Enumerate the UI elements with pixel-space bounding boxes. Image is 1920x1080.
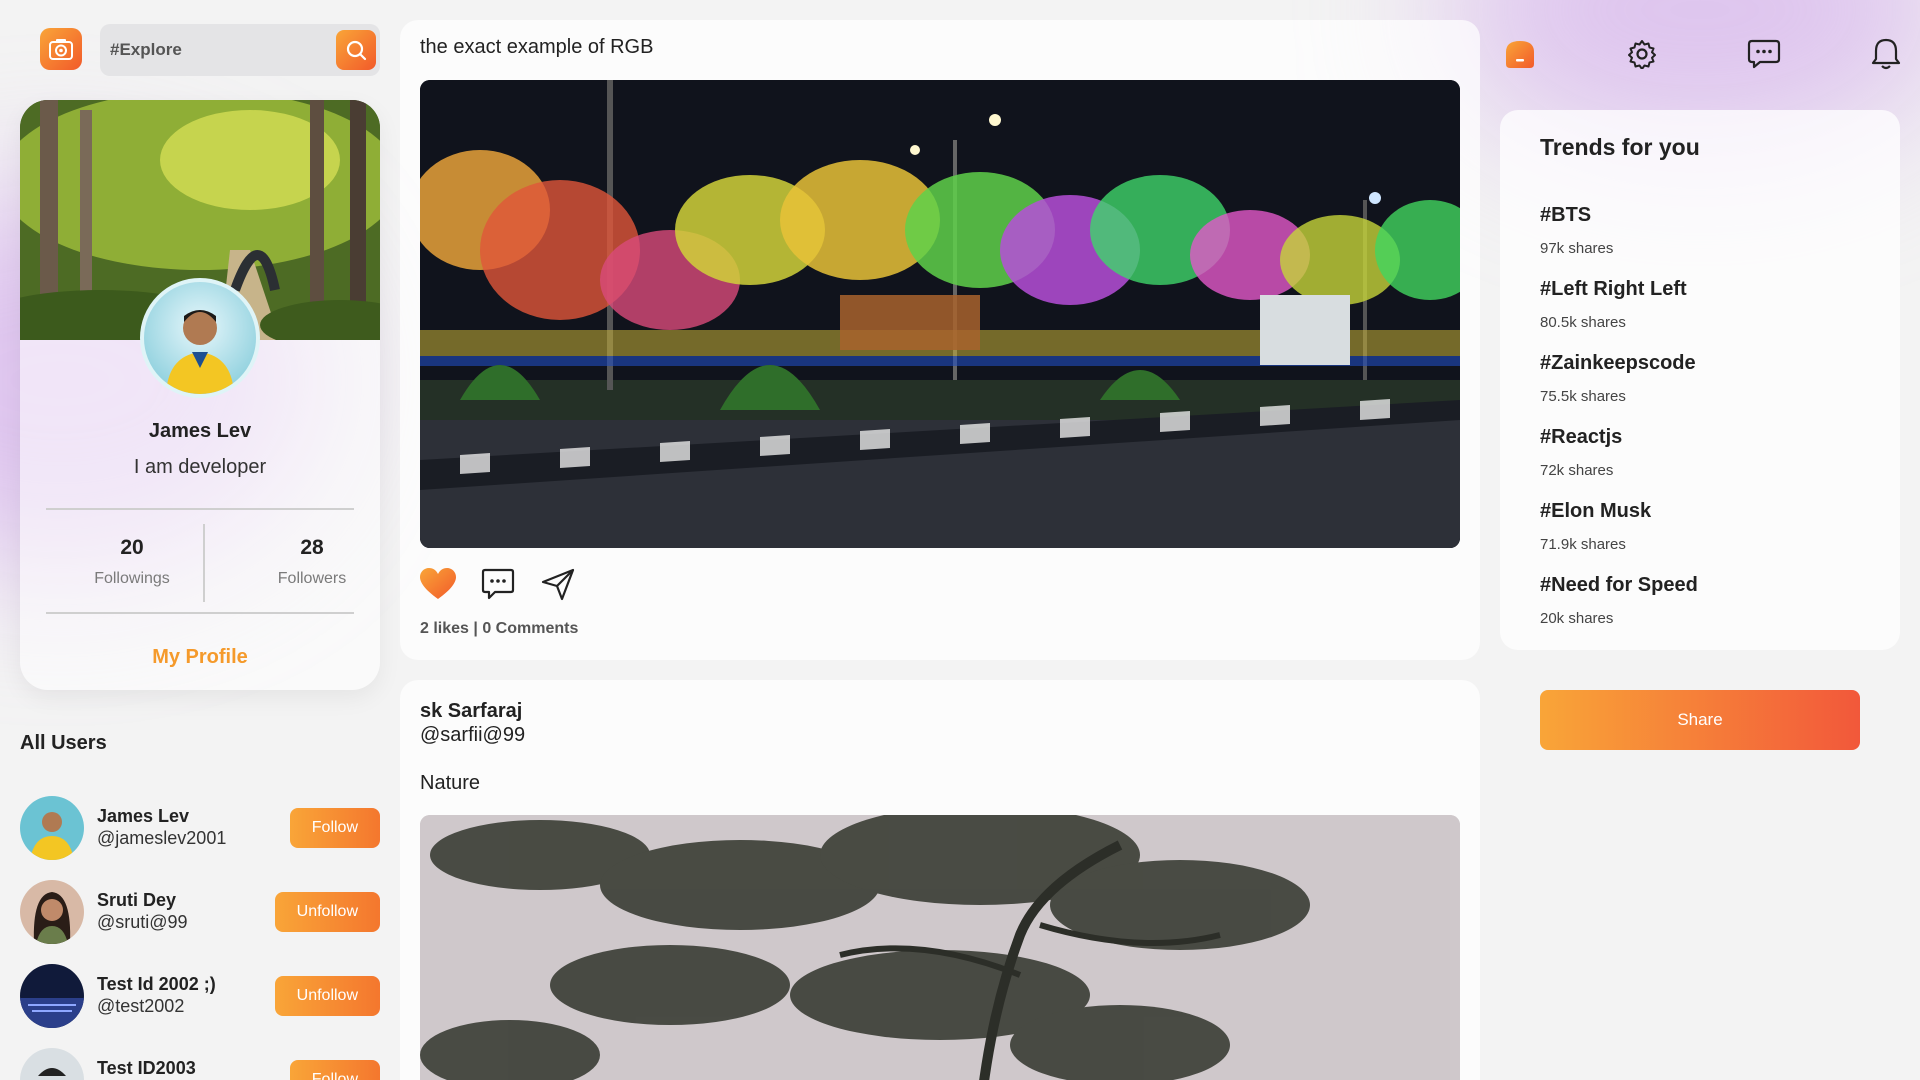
post-caption: Nature xyxy=(420,772,481,794)
trend-shares: 80.5k shares xyxy=(1540,314,1626,331)
trend-shares: 72k shares xyxy=(1540,462,1614,479)
search-icon xyxy=(346,40,367,61)
camera-icon xyxy=(49,39,73,60)
user-handle: @test2002 xyxy=(97,996,185,1016)
bell-icon xyxy=(1871,38,1901,70)
likes-count: 2 likes xyxy=(420,620,469,637)
share-post-button[interactable] xyxy=(540,566,576,602)
user-name: James Lev xyxy=(97,806,190,826)
trend-tag[interactable]: #Elon Musk xyxy=(1540,500,1651,523)
trend-tag[interactable]: #Left Right Left xyxy=(1540,278,1687,301)
profile-name: James Lev xyxy=(148,420,252,442)
trend-tag[interactable]: #Need for Speed xyxy=(1540,574,1698,597)
user-avatar[interactable] xyxy=(20,880,84,944)
profile-bio: I am developer xyxy=(133,456,267,478)
post-author-handle: @sarfii@99 xyxy=(420,724,526,746)
stats-separator: | xyxy=(473,620,478,637)
followers-label: Followers xyxy=(277,570,347,587)
right-sidebar: Trends for you #BTS 97k shares #Left Rig… xyxy=(1500,0,1901,1080)
divider xyxy=(203,524,205,602)
user-name: Sruti Dey xyxy=(97,890,177,910)
messages-button[interactable] xyxy=(1744,34,1784,74)
search-button[interactable] xyxy=(336,30,376,70)
post-image[interactable] xyxy=(420,815,1460,1080)
user-row: Test ID2003 Follow xyxy=(20,1048,380,1080)
post-card: the exact example of RGB 2 likes | 0 Com… xyxy=(400,20,1480,660)
followers-count: 28 xyxy=(300,536,324,559)
post-card: sk Sarfaraj @sarfii@99 Nature xyxy=(400,680,1480,1080)
post-actions xyxy=(420,566,576,602)
user-avatar[interactable] xyxy=(20,796,84,860)
post-caption: the exact example of RGB xyxy=(420,36,654,58)
trend-tag[interactable]: #Reactjs xyxy=(1540,426,1622,449)
home-icon xyxy=(1506,41,1534,68)
heart-icon xyxy=(420,568,456,599)
trend-shares: 20k shares xyxy=(1540,610,1614,627)
gear-icon xyxy=(1628,40,1656,69)
trend-tag[interactable]: #Zainkeepscode xyxy=(1540,352,1696,375)
unfollow-button[interactable]: Unfollow xyxy=(274,976,380,1016)
comments-count[interactable]: 0 Comments xyxy=(482,620,578,637)
user-name: Test Id 2002 ;) xyxy=(97,974,216,994)
trends-title: Trends for you xyxy=(1540,134,1700,160)
user-avatar[interactable] xyxy=(20,1048,84,1080)
user-handle: @sruti@99 xyxy=(97,912,188,932)
share-button[interactable]: Share xyxy=(1540,690,1860,750)
user-row: Sruti Dey @sruti@99 Unfollow xyxy=(20,880,380,944)
my-profile-link[interactable]: My Profile xyxy=(20,646,380,669)
profile-card: James Lev I am developer 20 Followings 2… xyxy=(20,100,380,690)
user-handle: @jameslev2001 xyxy=(97,828,227,848)
unfollow-button[interactable]: Unfollow xyxy=(274,892,380,932)
divider xyxy=(46,508,354,510)
comment-button[interactable] xyxy=(480,566,516,602)
followings-label: Followings xyxy=(94,570,170,587)
home-button[interactable] xyxy=(1500,34,1540,74)
search-input[interactable] xyxy=(110,40,330,60)
app-logo[interactable] xyxy=(40,28,82,70)
followings-count: 20 xyxy=(120,536,144,559)
settings-button[interactable] xyxy=(1622,34,1662,74)
search-bar xyxy=(100,24,380,76)
left-sidebar: James Lev I am developer 20 Followings 2… xyxy=(20,0,380,1080)
all-users-title: All Users xyxy=(20,732,107,754)
follow-button[interactable]: Follow xyxy=(289,808,380,848)
user-row: James Lev @jameslev2001 Follow xyxy=(20,796,380,860)
like-button[interactable] xyxy=(420,566,456,602)
trend-shares: 75.5k shares xyxy=(1540,388,1626,405)
send-icon xyxy=(541,568,575,601)
divider xyxy=(46,612,354,614)
user-avatar[interactable] xyxy=(20,964,84,1028)
trend-shares: 71.9k shares xyxy=(1540,536,1626,553)
follow-button[interactable]: Follow xyxy=(289,1060,380,1080)
trend-shares: 97k shares xyxy=(1540,240,1614,257)
trend-tag[interactable]: #BTS xyxy=(1540,204,1591,227)
chat-icon xyxy=(1747,39,1781,69)
post-author-name[interactable]: sk Sarfaraj xyxy=(420,700,522,723)
trends-panel: Trends for you #BTS 97k shares #Left Rig… xyxy=(1500,110,1900,650)
notifications-button[interactable] xyxy=(1866,34,1906,74)
post-image[interactable] xyxy=(420,80,1460,548)
user-row: Test Id 2002 ;) @test2002 Unfollow xyxy=(20,964,380,1028)
post-stats: 2 likes | 0 Comments xyxy=(420,620,578,638)
user-name: Test ID2003 xyxy=(97,1058,196,1078)
profile-avatar[interactable] xyxy=(140,278,260,398)
comment-icon xyxy=(481,568,515,600)
